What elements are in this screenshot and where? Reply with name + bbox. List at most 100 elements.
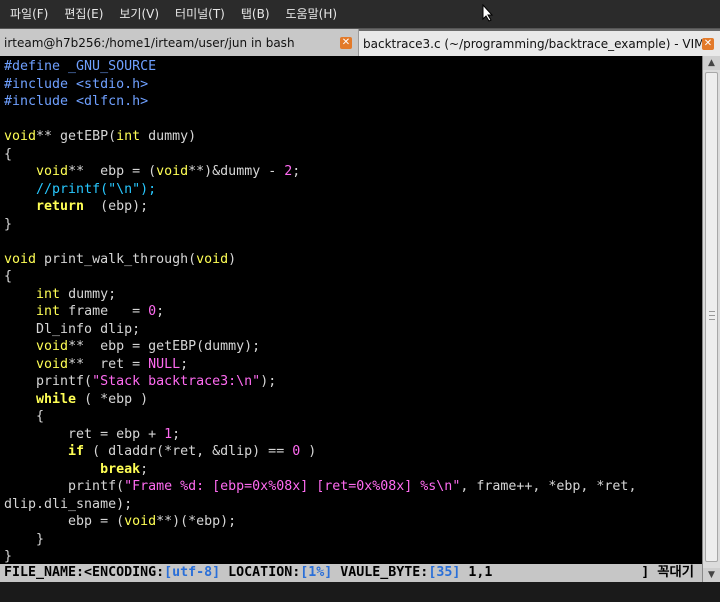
- code-token: ;: [292, 164, 301, 179]
- code-editor[interactable]: #define _GNU_SOURCE #include <stdio.h> #in…: [0, 56, 702, 566]
- code-line: break;: [4, 461, 702, 479]
- code-token: ;: [172, 426, 181, 442]
- code-token: int: [116, 129, 141, 144]
- code-token: NULL: [148, 356, 181, 372]
- code-line: return (ebp);: [4, 198, 702, 216]
- code-token: 1: [164, 426, 173, 442]
- code-line: printf("Stack backtrace3:\n");: [4, 373, 702, 391]
- terminal-view[interactable]: #define _GNU_SOURCE #include <stdio.h> #in…: [0, 56, 702, 582]
- tab-vim[interactable]: backtrace3.c (~/programming/backtrace_ex…: [359, 29, 720, 56]
- tab-bash[interactable]: irteam@h7b256:/home1/irteam/user/jun in …: [0, 29, 359, 56]
- code-token: void: [36, 339, 69, 354]
- code-token: (ebp);: [84, 199, 149, 214]
- code-token: "Stack backtrace3:\n": [92, 374, 261, 389]
- scrollbar-thumb[interactable]: [705, 72, 718, 562]
- code-token: {: [4, 146, 13, 162]
- code-line: ebp = (void**)(*ebp);: [4, 513, 702, 531]
- code-token: }: [4, 216, 13, 232]
- code-token: break: [100, 461, 141, 477]
- code-line: Dl_info dlip;: [4, 321, 702, 339]
- code-line: void print_walk_through(void): [4, 251, 702, 269]
- grip-line: [709, 319, 715, 320]
- code-token: #include <dlfcn.h>: [4, 94, 149, 109]
- tab-bar: irteam@h7b256:/home1/irteam/user/jun in …: [0, 29, 720, 56]
- code-line: }: [4, 216, 702, 234]
- status-location-label: LOCATION:: [220, 565, 301, 580]
- code-token: }: [4, 531, 45, 547]
- close-icon[interactable]: ✕: [340, 36, 352, 49]
- tab-label: irteam@h7b256:/home1/irteam/user/jun in …: [4, 35, 295, 50]
- code-token: if: [68, 444, 85, 459]
- code-line: #include <dlfcn.h>: [4, 93, 702, 111]
- code-line: printf("Frame %d: [ebp=0x%08x] [ret=0x%0…: [4, 478, 702, 496]
- window-bottom-bar: [0, 582, 720, 602]
- code-line: }: [4, 531, 702, 549]
- code-token: ;: [180, 356, 189, 372]
- code-line: void** ebp = getEBP(dummy);: [4, 338, 702, 356]
- code-line: int frame = 0;: [4, 303, 702, 321]
- code-token: ( *ebp ): [76, 391, 149, 407]
- code-token: void: [196, 251, 229, 267]
- menu-edit[interactable]: 편집(E): [58, 0, 109, 28]
- code-token: ** getEBP(: [36, 129, 117, 144]
- status-file-label: FILE_NAME:<ENCODING:: [4, 565, 165, 580]
- code-token: void: [36, 356, 69, 372]
- code-token: dummy): [140, 129, 197, 144]
- vim-status-line: FILE_NAME:<ENCODING:[utf-8] LOCATION:[1%…: [0, 564, 702, 582]
- grip-line: [709, 315, 715, 316]
- code-token: ( dladdr(*ret, &dlip) ==: [84, 444, 293, 459]
- code-line: }: [4, 548, 702, 566]
- grip-line: [709, 311, 715, 312]
- menu-tabs[interactable]: 탭(B): [235, 0, 276, 28]
- code-line: #define _GNU_SOURCE: [4, 58, 702, 76]
- vertical-scrollbar[interactable]: ▲ ▼: [702, 56, 720, 582]
- status-byte: [35]: [428, 565, 461, 580]
- code-line: if ( dladdr(*ret, &dlip) == 0 ): [4, 443, 702, 461]
- status-byte-label: VAULE_BYTE:: [332, 565, 429, 580]
- menu-view[interactable]: 보기(V): [113, 0, 165, 28]
- scroll-up-icon[interactable]: ▲: [703, 56, 720, 70]
- code-token: void: [4, 251, 37, 267]
- code-line: void** ret = NULL;: [4, 356, 702, 374]
- terminal-window: 파일(F) 편집(E) 보기(V) 터미널(T) 탭(B) 도움말(H) irt…: [0, 0, 720, 602]
- code-token: void: [36, 164, 69, 179]
- code-token: #include <stdio.h>: [4, 76, 149, 92]
- menu-terminal[interactable]: 터미널(T): [169, 0, 231, 28]
- scroll-down-icon[interactable]: ▼: [703, 568, 720, 582]
- code-token: **)(*ebp);: [156, 514, 237, 529]
- status-encoding: [utf-8]: [164, 565, 221, 580]
- close-icon[interactable]: ✕: [702, 37, 714, 50]
- tab-label: backtrace3.c (~/programming/backtrace_ex…: [363, 36, 702, 51]
- menubar: 파일(F) 편집(E) 보기(V) 터미널(T) 탭(B) 도움말(H): [0, 0, 720, 29]
- code-token: void: [124, 514, 157, 529]
- code-token: printf(: [4, 479, 125, 494]
- code-token: #define _GNU_SOURCE: [4, 59, 157, 74]
- code-line: //printf("\n");: [4, 181, 702, 199]
- code-token: }: [4, 549, 13, 564]
- menu-help[interactable]: 도움말(H): [280, 0, 344, 28]
- code-token: frame =: [60, 304, 149, 319]
- code-token: ebp = (: [4, 514, 125, 529]
- code-line: #include <stdio.h>: [4, 76, 702, 94]
- code-token: return: [36, 199, 85, 214]
- code-line: int dummy;: [4, 286, 702, 304]
- code-token: , frame++, *ebp, *ret,: [460, 479, 637, 494]
- menu-file[interactable]: 파일(F): [4, 0, 54, 28]
- code-token: printf(: [4, 374, 93, 389]
- status-right: ] 꼭대기: [641, 565, 694, 580]
- code-token: ;: [140, 461, 149, 477]
- code-token: ** ebp = getEBP(dummy);: [68, 339, 261, 354]
- code-token: ** ret =: [68, 356, 149, 372]
- code-token: {: [4, 269, 13, 284]
- code-token: //printf("\n");: [36, 181, 157, 197]
- code-line: void** getEBP(int dummy): [4, 128, 702, 146]
- code-token: ): [228, 251, 237, 267]
